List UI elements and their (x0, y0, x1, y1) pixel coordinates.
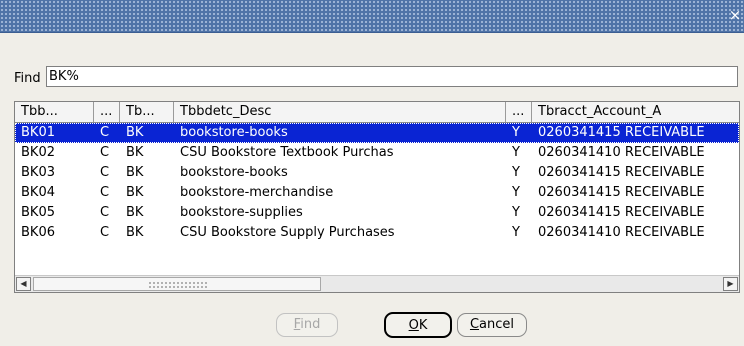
cell-category: BK (126, 225, 144, 240)
cell-flag: Y (512, 225, 520, 240)
cell-description: bookstore-merchandise (180, 185, 334, 200)
cell-category: BK (126, 125, 144, 140)
column-header-category[interactable]: Tb... (120, 102, 174, 122)
table-row[interactable]: BK05 C BK bookstore-supplies Y 0260341415 REC… (15, 203, 739, 223)
grid-header: Tbb... ... Tb... Tbbdetc_Desc ... Tbracc… (15, 102, 739, 123)
cell-account: 0260341410 RECEIVABLE (538, 225, 705, 240)
dialog-window: × Find Tbb... ... Tb... Tbbdetc_Desc ...… (0, 0, 744, 346)
cell-account: 0260341415 RECEIVABLE (538, 185, 705, 200)
cell-flag: Y (512, 125, 520, 140)
cell-description: bookstore-supplies (180, 205, 303, 220)
cell-description: CSU Bookstore Supply Purchases (180, 225, 395, 240)
cell-description: CSU Bookstore Textbook Purchas (180, 145, 394, 160)
scroll-right-icon[interactable]: ▶ (723, 277, 738, 291)
horizontal-scrollbar[interactable]: ◀ ▶ (15, 275, 739, 292)
ok-button-label: K (418, 318, 428, 333)
cell-category: BK (126, 165, 144, 180)
cell-description: bookstore-books (180, 125, 288, 140)
table-row[interactable]: BK02 C BK CSU Bookstore Textbook Purchas Y 02… (15, 143, 739, 163)
cell-category: BK (126, 185, 144, 200)
cell-account: 0260341415 RECEIVABLE (538, 125, 705, 140)
cell-code: BK02 (21, 145, 55, 160)
cell-type: C (100, 205, 110, 220)
cell-category: BK (126, 205, 144, 220)
cell-category: BK (126, 145, 144, 160)
column-header-account[interactable]: Tbracct_Account_A (532, 102, 739, 122)
cancel-button[interactable]: Cancel (457, 313, 527, 337)
table-row[interactable]: BK06 C BK CSU Bookstore Supply Purchases Y 02… (15, 223, 739, 243)
ok-button[interactable]: OK (384, 312, 452, 338)
column-header-flag[interactable]: ... (506, 102, 532, 122)
find-input[interactable] (46, 66, 738, 87)
cell-flag: Y (512, 205, 520, 220)
close-icon[interactable]: × (728, 6, 742, 24)
find-button[interactable]: Find (276, 313, 338, 337)
cell-description: bookstore-books (180, 165, 288, 180)
cell-flag: Y (512, 165, 520, 180)
cell-code: BK06 (21, 225, 55, 240)
cell-type: C (100, 185, 110, 200)
find-label: Find (14, 71, 41, 86)
table-row[interactable]: BK03 C BK bookstore-books Y 0260341415 RECEIV… (15, 163, 739, 183)
cancel-button-label: ancel (479, 317, 515, 332)
column-header-description[interactable]: Tbbdetc_Desc (174, 102, 506, 122)
cell-flag: Y (512, 145, 520, 160)
title-bar[interactable]: × (0, 0, 744, 33)
cell-type: C (100, 225, 110, 240)
table-row[interactable]: BK04 C BK bookstore-merchandise Y 0260341415 … (15, 183, 739, 203)
scroll-left-icon[interactable]: ◀ (16, 277, 31, 291)
cell-type: C (100, 165, 110, 180)
table-row[interactable]: BK01 C BK bookstore-books Y 0260341415 RECEIV… (15, 123, 739, 143)
column-header-code[interactable]: Tbb... (15, 102, 94, 122)
column-header-type[interactable]: ... (94, 102, 120, 122)
cell-account: 0260341410 RECEIVABLE (538, 145, 705, 160)
cell-code: BK03 (21, 165, 55, 180)
cell-type: C (100, 125, 110, 140)
find-button-label: ind (300, 317, 321, 332)
cell-account: 0260341415 RECEIVABLE (538, 205, 705, 220)
cancel-button-mnemonic: C (469, 317, 480, 332)
cell-code: BK04 (21, 185, 55, 200)
cell-flag: Y (512, 185, 520, 200)
scrollbar-thumb[interactable] (33, 277, 321, 291)
ok-button-mnemonic: O (408, 318, 419, 333)
cell-code: BK01 (21, 125, 55, 140)
grip-icon (148, 281, 208, 288)
results-grid[interactable]: Tbb... ... Tb... Tbbdetc_Desc ... Tbracc… (14, 101, 740, 293)
cell-type: C (100, 145, 110, 160)
cell-code: BK05 (21, 205, 55, 220)
cell-account: 0260341415 RECEIVABLE (538, 165, 705, 180)
